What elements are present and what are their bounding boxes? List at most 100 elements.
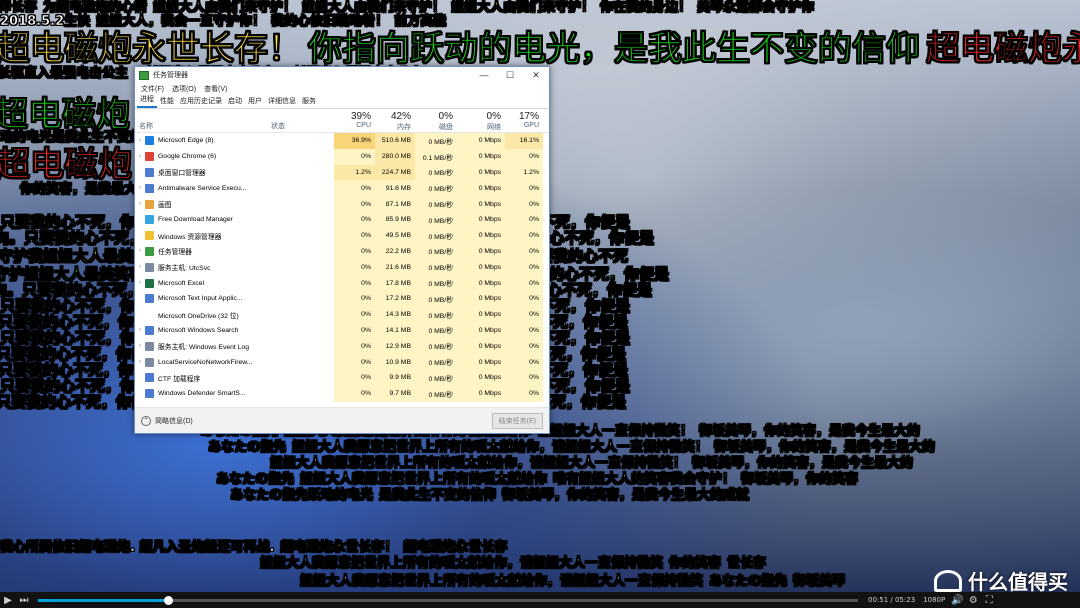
process-gpu: 0% <box>505 227 543 244</box>
process-gpu: 0% <box>505 275 543 291</box>
process-name-cell: 桌面窗口管理器 <box>135 167 267 177</box>
volume-icon[interactable]: 🔊 <box>949 595 965 606</box>
end-task-button[interactable]: 结束任务(E) <box>491 412 543 429</box>
chevron-right-icon[interactable]: › <box>135 185 145 191</box>
process-cpu: 0% <box>334 196 375 212</box>
process-icon <box>145 136 154 146</box>
danmaku-comment: 我心所属依旧超电磁炮. 超凡入圣炮姐还可再战. <box>0 540 275 556</box>
fewer-details-link[interactable]: ⌃ 简略信息(D) <box>141 415 193 426</box>
process-row[interactable]: CTF 加载程序 0% 9.9 MB 0 MB/秒 0 Mbps 0% <box>135 369 549 386</box>
progress-handle[interactable] <box>163 595 173 605</box>
footer-bar: ⌃ 简略信息(D) 结束任务(E) <box>135 407 549 433</box>
process-row[interactable]: › 服务主机: UtcSvc 0% 21.6 MB 0 MB/秒 0 Mbps 0% <box>135 259 549 276</box>
chevron-up-icon: ⌃ <box>141 415 151 426</box>
process-row[interactable]: › Microsoft Edge (8) 36.9% 510.6 MB 0 MB/秒 0 … <box>135 133 549 149</box>
process-row[interactable]: › Microsoft Windows Search 0% 14.1 MB 0 MB/秒… <box>135 322 549 339</box>
maximize-button[interactable]: ☐ <box>497 67 523 83</box>
process-disk: 0 MB/秒 <box>415 275 457 291</box>
process-name-cell: › 服务主机: UtcSvc <box>135 262 267 272</box>
process-cpu: 0% <box>334 322 375 339</box>
process-row[interactable]: › 画图 0% 87.1 MB 0 MB/秒 0 Mbps 0% <box>135 196 549 212</box>
menu-bar: 文件(F) 选项(O) 查看(V) <box>135 83 549 95</box>
danmaku-comment: 是我此生不变的信仰 <box>379 488 497 504</box>
process-network: 0 Mbps <box>457 211 505 228</box>
process-gpu: 0% <box>505 148 543 165</box>
tab-users[interactable]: 用户 <box>245 96 265 108</box>
tab-strip: 进程 性能 应用历史记录 启动 用户 详细信息 服务 <box>135 95 549 109</box>
process-gpu: 0% <box>505 259 543 276</box>
process-disk: 0 MB/秒 <box>415 369 457 386</box>
settings-icon[interactable]: ⚙ <box>965 595 981 606</box>
task-manager-icon <box>139 70 149 80</box>
column-cpu[interactable]: 39% CPU <box>334 109 375 132</box>
column-network[interactable]: 0% 网络 <box>457 109 505 132</box>
process-name: 画图 <box>158 202 172 210</box>
process-name-cell: Free Download Manager <box>135 215 267 225</box>
process-row[interactable]: › 任务管理器 0% 22.2 MB 0 MB/秒 0 Mbps 0% <box>135 243 549 260</box>
progress-track[interactable] <box>38 595 858 605</box>
process-name-cell: Windows 资源管理器 <box>135 231 267 241</box>
quality-selector[interactable]: 1080P <box>923 596 945 604</box>
chevron-right-icon[interactable]: › <box>135 248 145 254</box>
process-disk: 0 MB/秒 <box>415 211 457 228</box>
process-name: 任务管理器 <box>158 249 192 257</box>
column-disk[interactable]: 0% 磁盘 <box>415 109 457 132</box>
column-name[interactable]: 名称 <box>135 109 267 132</box>
tab-details[interactable]: 详细信息 <box>265 96 299 108</box>
tab-processes[interactable]: 进程 <box>137 94 157 108</box>
process-network: 0 Mbps <box>457 259 505 276</box>
chevron-right-icon[interactable]: › <box>135 327 145 333</box>
chevron-right-icon[interactable]: › <box>135 280 145 286</box>
danmaku-comment: 唯有姐姐大人的笑容我会守护！ <box>553 472 736 488</box>
process-network: 0 Mbps <box>457 290 505 307</box>
tab-performance[interactable]: 性能 <box>157 96 177 108</box>
chevron-right-icon[interactable]: › <box>135 138 145 144</box>
minimize-button[interactable]: — <box>471 67 497 83</box>
tab-app-history[interactable]: 应用历史记录 <box>177 96 225 108</box>
progress-played <box>38 598 168 602</box>
process-row[interactable]: › Antimalware Service Execu... 0% 91.6 MB 0 … <box>135 180 549 197</box>
process-cpu: 0% <box>334 227 375 244</box>
tab-services[interactable]: 服务 <box>299 96 319 108</box>
process-row[interactable]: › Google Chrome (6) 0% 280.0 MB 0.1 MB/秒 0 Mb… <box>135 148 549 165</box>
process-gpu: 0% <box>505 211 543 228</box>
chevron-right-icon[interactable]: › <box>135 359 145 365</box>
column-status[interactable]: 状态 <box>267 109 334 132</box>
process-gpu: 0% <box>505 243 543 260</box>
task-manager-window[interactable]: 任务管理器 — ☐ ✕ 文件(F) 选项(O) 查看(V) 进程 性能 应用历史… <box>134 66 550 434</box>
tab-startup[interactable]: 启动 <box>225 96 245 108</box>
site-watermark: 什么值得买 <box>934 566 1068 595</box>
process-row[interactable]: Microsoft OneDrive (32 位) 0% 14.3 MB 0 MB/秒… <box>135 306 549 323</box>
title-bar[interactable]: 任务管理器 — ☐ ✕ <box>135 67 549 83</box>
danmaku-row: あなたの指先跃动的电光 是我此生不变的信仰 御坂美琴，你的笑容，是我今生最大的成就 <box>230 488 755 504</box>
process-memory: 14.1 MB <box>375 322 415 339</box>
process-row[interactable]: 桌面窗口管理器 1.2% 224.7 MB 0 MB/秒 0 Mbps 1.2% <box>135 164 549 181</box>
process-row[interactable]: Microsoft Text Input Applic... 0% 17.2 MB 0… <box>135 290 549 307</box>
process-icon <box>145 215 154 225</box>
next-icon[interactable]: ⏭ <box>16 595 32 606</box>
process-row[interactable]: › Microsoft Excel 0% 17.8 MB 0 MB/秒 0 Mbps 0% <box>135 275 549 291</box>
menu-options[interactable]: 选项(O) <box>168 84 200 94</box>
chevron-right-icon[interactable]: › <box>135 201 145 207</box>
danmaku-comment: あなたの指先 <box>216 472 295 488</box>
process-network: 0 Mbps <box>457 243 505 260</box>
column-gpu[interactable]: 17% GPU <box>505 109 543 132</box>
fullscreen-icon[interactable]: ⛶ <box>981 595 997 606</box>
chevron-right-icon[interactable]: › <box>135 264 145 270</box>
process-row[interactable]: Windows Defender SmartS... 0% 9.7 MB 0 MB/秒… <box>135 385 549 402</box>
process-row[interactable]: Windows 资源管理器 0% 49.5 MB 0 MB/秒 0 Mbps 0% <box>135 227 549 244</box>
menu-view[interactable]: 查看(V) <box>200 84 231 94</box>
danmaku-comment: 仰长存 <box>0 0 38 15</box>
memory-label: 内存 <box>397 124 411 131</box>
danmaku-comment: 2018.5.2生快 <box>0 14 91 30</box>
menu-file[interactable]: 文件(F) <box>137 84 168 94</box>
danmaku-comment: 你的笑容 <box>669 556 722 572</box>
process-row[interactable]: › LocalServiceNoNetworkFirew... 0% 10.9 MB 0… <box>135 354 549 370</box>
play-icon[interactable]: ▶ <box>0 595 16 606</box>
chevron-right-icon[interactable]: › <box>135 154 145 160</box>
process-row[interactable]: Free Download Manager 0% 85.9 MB 0 MB/秒 0 Mb… <box>135 211 549 228</box>
close-button[interactable]: ✕ <box>523 67 549 83</box>
process-row[interactable]: › 服务主机: Windows Event Log 0% 12.9 MB 0 MB/秒 0… <box>135 338 549 355</box>
column-memory[interactable]: 42% 内存 <box>375 109 415 132</box>
chevron-right-icon[interactable]: › <box>135 343 145 349</box>
